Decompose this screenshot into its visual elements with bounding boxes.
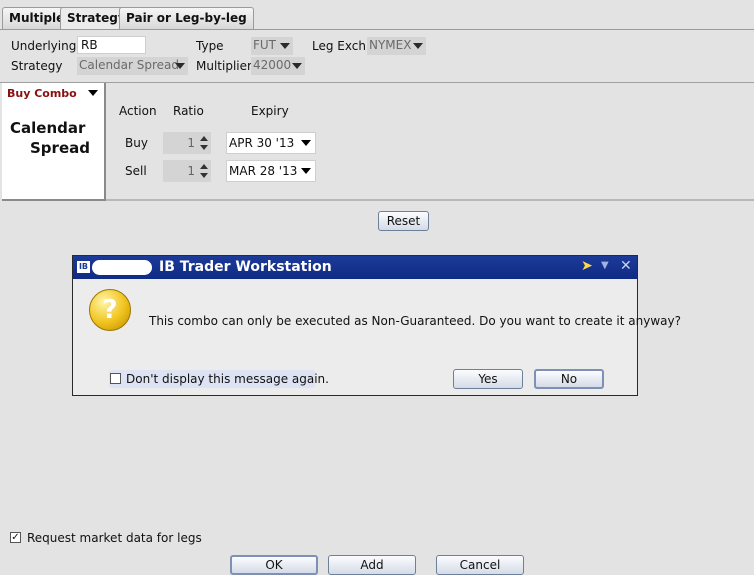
stepper-down-icon[interactable] bbox=[200, 145, 208, 150]
dialog-message: This combo can only be executed as Non-G… bbox=[149, 314, 681, 328]
yes-button[interactable]: Yes bbox=[453, 369, 523, 389]
leg-action: Sell bbox=[125, 164, 147, 178]
leg-exch-select[interactable]: NYMEX bbox=[367, 37, 426, 55]
ratio-column-header: Ratio bbox=[173, 104, 204, 118]
strategy-select-value: Calendar Spread bbox=[79, 58, 180, 72]
type-label: Type bbox=[196, 39, 224, 53]
chevron-down-icon bbox=[292, 63, 302, 69]
expiry-select[interactable]: APR 30 '13 bbox=[226, 132, 316, 154]
panel-divider bbox=[0, 82, 754, 83]
cancel-button[interactable]: Cancel bbox=[436, 555, 524, 575]
type-select-value: FUT bbox=[253, 38, 277, 52]
chevron-down-icon bbox=[175, 63, 185, 69]
leg-action: Buy bbox=[125, 136, 148, 150]
leg-exch-select-value: NYMEX bbox=[369, 38, 412, 52]
leg-exch-label: Leg Exch bbox=[312, 39, 366, 53]
expiry-value: APR 30 '13 bbox=[229, 136, 295, 150]
no-button[interactable]: No bbox=[534, 369, 604, 389]
multiplier-select[interactable]: 42000 bbox=[251, 57, 305, 75]
multiplier-select-value: 42000 bbox=[253, 58, 292, 72]
question-icon: ? bbox=[89, 289, 131, 331]
stepper-up-icon[interactable] bbox=[200, 164, 208, 169]
tab-divider bbox=[0, 29, 754, 30]
underlying-input[interactable]: RB bbox=[77, 36, 146, 54]
expiry-select[interactable]: MAR 28 '13 bbox=[226, 160, 316, 182]
request-market-data-label[interactable]: Request market data for legs bbox=[27, 531, 202, 545]
tab-pair-or-leg-by-leg[interactable]: Pair or Leg-by-leg bbox=[119, 7, 254, 29]
dialog-title-bar[interactable]: IB IB Trader Workstation ➤ ▼ ✕ bbox=[73, 256, 637, 279]
multiplier-label: Multiplier bbox=[196, 59, 252, 73]
combo-strategy-name-line1: Calendar bbox=[10, 119, 86, 137]
chevron-down-icon bbox=[301, 140, 311, 146]
action-column-header: Action bbox=[119, 104, 157, 118]
ratio-value: 1 bbox=[187, 136, 195, 150]
strategy-select[interactable]: Calendar Spread bbox=[77, 57, 188, 75]
expiry-value: MAR 28 '13 bbox=[229, 164, 298, 178]
pin-icon[interactable]: ➤ bbox=[581, 258, 593, 274]
combo-strategy-name-line2: Spread bbox=[30, 139, 90, 157]
chevron-down-icon bbox=[413, 43, 423, 49]
strategy-label: Strategy bbox=[11, 59, 63, 73]
redacted-account-mask bbox=[92, 260, 152, 275]
request-market-data-checkbox[interactable]: ✓ bbox=[10, 532, 21, 543]
chevron-down-icon bbox=[301, 168, 311, 174]
ok-button[interactable]: OK bbox=[230, 555, 318, 575]
ratio-value: 1 bbox=[187, 164, 195, 178]
underlying-label: Underlying bbox=[11, 39, 77, 53]
expiry-column-header: Expiry bbox=[251, 104, 289, 118]
chevron-down-icon[interactable]: ▼ bbox=[601, 260, 609, 271]
stepper-down-icon[interactable] bbox=[200, 173, 208, 178]
close-icon[interactable]: ✕ bbox=[620, 258, 632, 274]
add-button[interactable]: Add bbox=[328, 555, 416, 575]
dialog-title: IB Trader Workstation bbox=[159, 259, 332, 275]
ratio-stepper[interactable]: 1 bbox=[163, 132, 211, 154]
reset-button[interactable]: Reset bbox=[378, 211, 429, 231]
confirm-dialog: IB IB Trader Workstation ➤ ▼ ✕ ? This co… bbox=[72, 255, 681, 396]
buy-combo-selector[interactable]: Buy Combo bbox=[7, 87, 77, 100]
type-select[interactable]: FUT bbox=[251, 37, 293, 55]
stepper-up-icon[interactable] bbox=[200, 136, 208, 141]
chevron-down-icon bbox=[280, 43, 290, 49]
ratio-stepper[interactable]: 1 bbox=[163, 160, 211, 182]
combo-strategy-name: Calendar Spread bbox=[10, 118, 90, 158]
chevron-down-icon[interactable] bbox=[88, 90, 98, 96]
panel-bottom-border bbox=[106, 199, 754, 201]
app-logo-icon: IB bbox=[77, 261, 90, 273]
dont-display-checkbox[interactable] bbox=[110, 373, 121, 384]
dont-display-label[interactable]: Don't display this message again. bbox=[126, 372, 329, 386]
